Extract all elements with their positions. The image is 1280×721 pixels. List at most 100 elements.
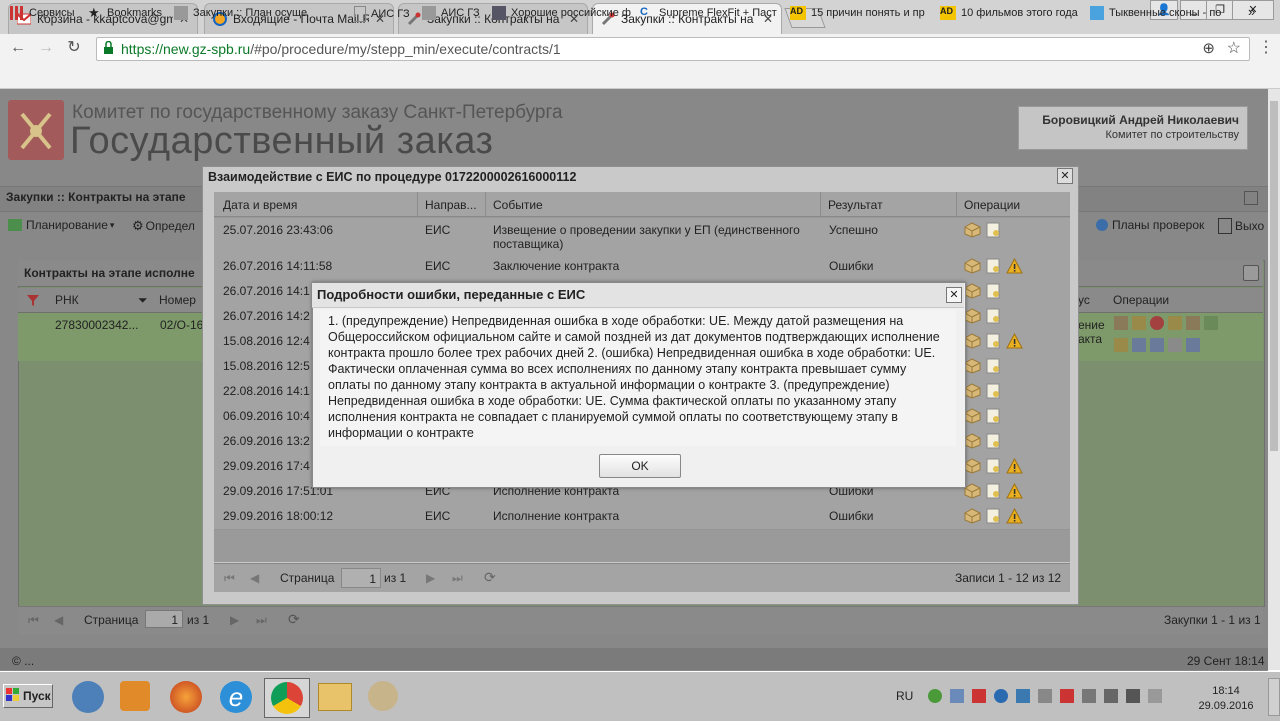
tray-icon[interactable] — [994, 689, 1008, 703]
bookmark-15reasons[interactable]: AD 15 причин понять и пр — [790, 6, 925, 20]
document-view-icon[interactable] — [985, 483, 1002, 499]
firefox-icon[interactable] — [170, 681, 202, 713]
bookmark-ais1[interactable]: АИС ГЗ — [354, 6, 410, 22]
first-page-icon[interactable]: ⏮ — [224, 571, 235, 586]
address-bar[interactable]: https://new.gz-spb.ru/#po/procedure/my/s… — [96, 37, 1250, 61]
eis-row[interactable]: 25.07.2016 23:43:06 ЕИС Извещение о провед… — [214, 218, 1070, 255]
bookmark-services[interactable]: Сервисы — [10, 6, 75, 20]
warning-icon[interactable] — [1006, 257, 1023, 274]
warning-icon[interactable] — [1006, 332, 1023, 349]
recycle-icon[interactable] — [1204, 316, 1218, 330]
package-icon[interactable] — [964, 508, 981, 524]
package-icon[interactable] — [964, 283, 981, 299]
document-view-icon[interactable] — [985, 358, 1002, 374]
col-result[interactable]: Результат — [828, 198, 883, 212]
col-rnk[interactable]: РНК — [55, 293, 79, 307]
col-direction[interactable]: Направ... — [425, 198, 477, 212]
volume-icon[interactable] — [1104, 689, 1118, 703]
chrome-taskbar-button[interactable] — [264, 678, 310, 718]
table-icon[interactable] — [1132, 338, 1146, 352]
taskbar-app-icon[interactable] — [72, 681, 104, 713]
bookmark-ais2[interactable]: АИС ГЗ — [422, 6, 480, 20]
printer-icon[interactable] — [1186, 338, 1200, 352]
back-arrow-icon[interactable]: ← — [8, 38, 28, 58]
scroll-icon[interactable] — [1114, 338, 1128, 352]
tray-icon[interactable] — [1082, 689, 1096, 703]
refresh-icon[interactable]: ⟳ — [288, 611, 300, 628]
forward-arrow-icon[interactable]: → — [36, 38, 56, 58]
menu-exit[interactable]: Выхо — [1218, 218, 1264, 234]
page-input[interactable]: 1 — [145, 610, 183, 628]
star-icon[interactable]: ☆ — [1227, 38, 1241, 58]
network-icon[interactable] — [1126, 689, 1140, 703]
package-icon[interactable] — [964, 383, 981, 399]
first-page-icon[interactable]: ⏮ — [28, 613, 39, 628]
next-page-icon[interactable]: ▶ — [426, 571, 435, 585]
zoom-icon[interactable]: ⊕ — [1202, 39, 1215, 57]
reload-icon[interactable]: ↻ — [64, 38, 84, 58]
show-desktop-button[interactable] — [1268, 678, 1280, 716]
close-icon[interactable]: ✕ — [946, 287, 962, 303]
eis-page-input[interactable]: 1 — [341, 568, 381, 588]
filter-clear-icon[interactable] — [26, 293, 40, 307]
menu-define[interactable]: ⚙ Определ — [132, 218, 195, 234]
tray-icon[interactable] — [1038, 689, 1052, 703]
clock[interactable]: 18:14 29.09.2016 — [1196, 684, 1256, 714]
tray-icon[interactable] — [1016, 689, 1030, 703]
ie-icon[interactable]: e — [220, 681, 252, 713]
eis-row[interactable]: 29.09.2016 18:00:12 ЕИС Исполнение контрак… — [214, 504, 1070, 530]
document-view-icon[interactable] — [985, 283, 1002, 299]
filter-icon[interactable]: ⏷ — [138, 293, 148, 308]
prev-page-icon[interactable]: ◀ — [54, 613, 63, 627]
start-button[interactable]: Пуск — [3, 684, 53, 708]
document-view-icon[interactable] — [985, 308, 1002, 324]
explorer-folder-icon[interactable] — [318, 683, 352, 711]
stamp-icon[interactable] — [1186, 316, 1200, 330]
tray-icon[interactable] — [972, 689, 986, 703]
package-icon[interactable] — [964, 258, 981, 274]
ok-button[interactable]: OK — [599, 454, 681, 478]
page-scrollbar[interactable] — [1268, 89, 1280, 670]
bookmark-supreme[interactable]: C Supreme FlexFit + Паст — [640, 6, 777, 20]
edit-icon[interactable] — [1132, 316, 1146, 330]
col-status[interactable]: ус — [1078, 293, 1090, 307]
bookmark-plan[interactable]: Закупки :: План осуще — [174, 6, 307, 20]
collapse-icon[interactable] — [1244, 191, 1258, 205]
refresh-icon[interactable]: ⟳ — [484, 569, 496, 586]
bookmark-10films[interactable]: AD 10 фильмов этого года — [940, 6, 1078, 20]
package-icon[interactable] — [964, 333, 981, 349]
document-icon[interactable] — [1114, 316, 1128, 330]
menu-checks[interactable]: Планы проверок — [1096, 218, 1204, 232]
col-event[interactable]: Событие — [493, 198, 543, 212]
document-view-icon[interactable] — [985, 222, 1002, 238]
document-view-icon[interactable] — [985, 408, 1002, 424]
package-icon[interactable] — [964, 458, 981, 474]
paint-icon[interactable] — [368, 681, 398, 711]
menu-planning[interactable]: Планирование ▾ — [8, 218, 114, 232]
columns-icon[interactable] — [1150, 338, 1164, 352]
bookmark-films[interactable]: Хорошие российские ф — [492, 6, 631, 20]
media-player-icon[interactable] — [120, 681, 150, 711]
package-icon[interactable] — [964, 483, 981, 499]
warning-icon[interactable] — [1006, 507, 1023, 524]
package-icon[interactable] — [964, 222, 981, 238]
close-icon[interactable]: ✕ — [1057, 168, 1073, 184]
package-icon[interactable] — [964, 308, 981, 324]
document-view-icon[interactable] — [985, 383, 1002, 399]
document-view-icon[interactable] — [985, 333, 1002, 349]
tray-icon[interactable] — [950, 689, 964, 703]
document-view-icon[interactable] — [985, 458, 1002, 474]
refresh-icon[interactable] — [1243, 265, 1259, 281]
document-view-icon[interactable] — [985, 433, 1002, 449]
col-datetime[interactable]: Дата и время — [223, 198, 297, 212]
next-page-icon[interactable]: ▶ — [230, 613, 239, 627]
bookmark-bookmarks[interactable]: ★ Bookmarks — [88, 6, 162, 20]
eis-row[interactable]: 26.07.2016 14:11:58 ЕИС Заключение контрак… — [214, 254, 1070, 280]
col-number[interactable]: Номер — [159, 293, 196, 307]
language-indicator[interactable]: RU — [896, 689, 913, 703]
stop-icon[interactable] — [1150, 316, 1164, 330]
document-view-icon[interactable] — [985, 508, 1002, 524]
last-page-icon[interactable]: ⏭ — [256, 613, 267, 628]
bookmarks-more[interactable]: » — [1248, 4, 1255, 19]
package-icon[interactable] — [964, 433, 981, 449]
